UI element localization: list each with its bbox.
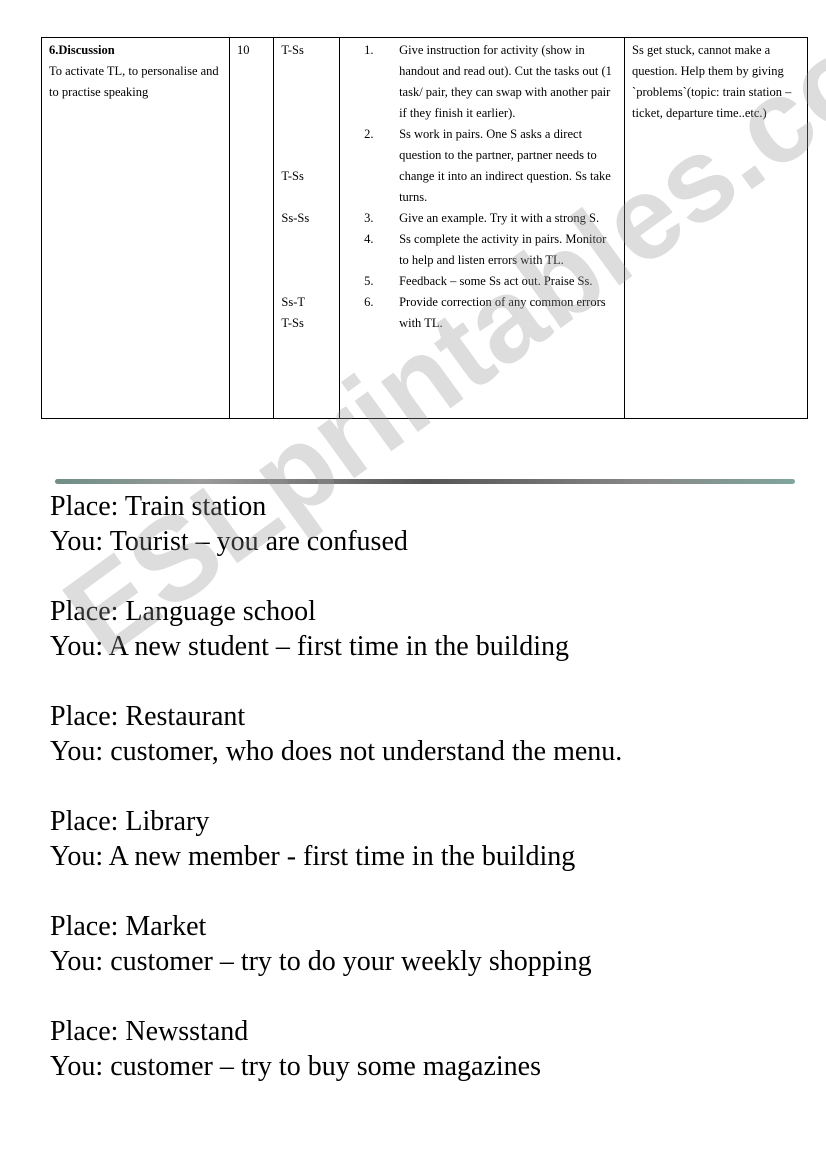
task-role: You: A new member - first time in the bu… (50, 841, 576, 872)
step-number: 6. (364, 295, 374, 309)
step-number: 3. (364, 211, 374, 225)
interaction-label (281, 61, 332, 82)
procedure-cell: 1. Give instruction for activity (show in… (339, 37, 626, 419)
task-role: You: customer – try to buy some magazine… (50, 1051, 541, 1082)
interaction-label: Ss-T (281, 295, 306, 309)
stage-cell: 6.Discussion To activate TL, to personal… (41, 37, 230, 419)
interaction-label (281, 187, 332, 208)
interaction-label (281, 124, 332, 145)
list-item: 1. Give instruction for activity (show in… (340, 40, 618, 124)
step-number: 4. (364, 232, 374, 246)
lesson-plan-table: 6.Discussion To activate TL, to personal… (41, 37, 808, 419)
task-card: Place: Language school You: A new student… (50, 594, 622, 664)
interaction-label: T-Ss (281, 169, 304, 183)
list-item: 2. Ss work in pairs. One S asks a direct … (340, 124, 618, 208)
task-card: Place: Restaurant You: customer, who does… (50, 699, 622, 769)
task-place: Place: Market (50, 911, 207, 942)
interaction-label (281, 250, 332, 271)
step-text: Give instruction for activity (show in h… (399, 43, 612, 120)
task-place: Place: Language school (50, 596, 316, 627)
time-cell: 10 (228, 37, 275, 419)
task-role: You: customer, who does not understand t… (50, 736, 623, 767)
problems-cell: Ss get stuck, cannot make a question. He… (624, 37, 808, 419)
interaction-label (281, 103, 332, 124)
task-card: Place: Market You: customer – try to do y… (50, 909, 622, 979)
step-number: 2. (364, 127, 374, 141)
divider (55, 479, 795, 484)
task-place: Place: Newsstand (50, 1016, 249, 1047)
interaction-label (281, 271, 332, 292)
stage-title: 6.Discussion (49, 43, 115, 57)
task-card: Place: Library You: A new member - first … (50, 804, 622, 874)
stage-aim: To activate TL, to personalise and to pr… (49, 64, 219, 99)
task-card: Place: Train station You: Tourist – you a… (50, 489, 622, 559)
step-text: Feedback – some Ss act out. Praise Ss. (399, 274, 593, 288)
task-place: Place: Library (50, 806, 210, 837)
step-text: Provide correction of any common errors … (399, 295, 606, 330)
interaction-label: Ss-Ss (281, 211, 310, 225)
task-role: You: A new student – first time in the b… (50, 631, 570, 662)
task-place: Place: Restaurant (50, 701, 246, 732)
list-item: 5. Feedback – some Ss act out. Praise Ss. (340, 271, 618, 292)
task-place: Place: Train station (50, 491, 267, 522)
step-text: Ss complete the activity in pairs. Monit… (399, 232, 607, 267)
interaction-label: T-Ss (281, 316, 304, 330)
procedure-list: 1. Give instruction for activity (show in… (340, 40, 618, 334)
task-cards: Place: Train station You: Tourist – you a… (50, 489, 622, 1119)
interaction-cell: T-Ss T-Ss Ss-Ss Ss-T T-Ss (273, 37, 341, 419)
step-number: 5. (364, 274, 374, 288)
list-item: 6. Provide correction of any common error… (340, 292, 618, 334)
task-role: You: customer – try to do your weekly sh… (50, 946, 592, 977)
step-text: Ss work in pairs. One S asks a direct qu… (399, 127, 611, 204)
list-item: 4. Ss complete the activity in pairs. Mon… (340, 229, 618, 271)
interaction-label: T-Ss (281, 43, 304, 57)
interaction-label (281, 229, 332, 250)
task-card: Place: Newsstand You: customer – try to b… (50, 1014, 622, 1084)
step-number: 1. (364, 43, 374, 57)
list-item: 3. Give an example. Try it with a strong … (340, 208, 618, 229)
interaction-label (281, 82, 332, 103)
table-row: 6.Discussion To activate TL, to personal… (41, 37, 808, 419)
step-text: Give an example. Try it with a strong S. (399, 211, 600, 225)
interaction-label (281, 145, 332, 166)
task-role: You: Tourist – you are confused (50, 526, 408, 557)
